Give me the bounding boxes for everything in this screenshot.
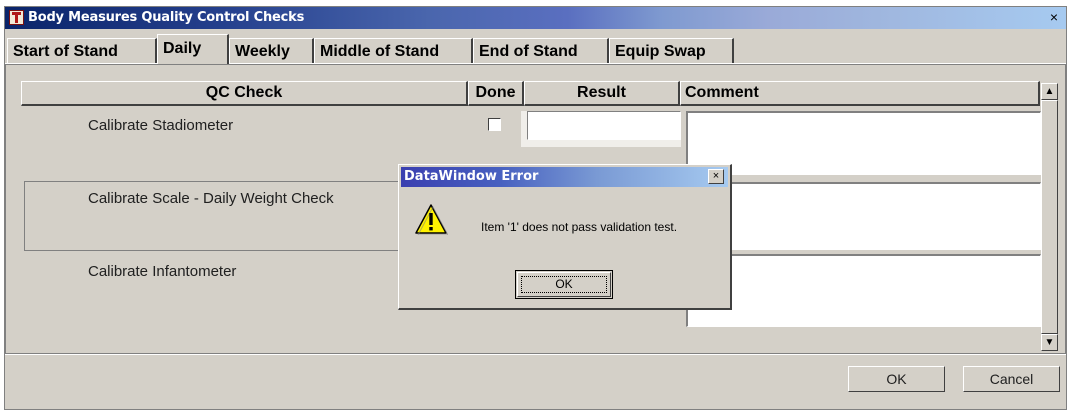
header-comment[interactable]: Comment — [680, 81, 1040, 106]
header-qc-check[interactable]: QC Check — [21, 81, 468, 106]
comment-input[interactable] — [686, 182, 1041, 250]
comment-input[interactable] — [686, 254, 1041, 327]
dialog-close-button[interactable]: × — [708, 169, 724, 184]
datawindow-error-dialog: DataWindow Error × Item '1' does not pas… — [398, 164, 732, 310]
scroll-up-button[interactable]: ▲ — [1041, 83, 1058, 100]
ok-button[interactable]: OK — [848, 366, 945, 392]
cancel-button[interactable]: Cancel — [963, 366, 1060, 392]
done-checkbox[interactable] — [488, 118, 501, 131]
footer-divider — [5, 354, 1066, 355]
dialog-ok-label: OK — [521, 276, 607, 293]
scroll-down-button[interactable]: ▼ — [1041, 334, 1058, 351]
tab-daily[interactable]: Daily — [157, 34, 229, 64]
dialog-ok-button[interactable]: OK — [515, 270, 613, 299]
tab-weekly[interactable]: Weekly — [229, 38, 314, 63]
dialog-message: Item '1' does not pass validation test. — [481, 220, 678, 234]
tab-middle-of-stand[interactable]: Middle of Stand — [314, 38, 473, 63]
qc-check-label: Calibrate Scale - Daily Weight Check — [88, 190, 334, 207]
result-input[interactable] — [527, 111, 681, 140]
tab-strip: Start of Stand Daily Weekly Middle of St… — [5, 34, 1066, 64]
window-title: Body Measures Quality Control Checks — [28, 10, 305, 25]
scroll-thumb[interactable] — [1041, 100, 1058, 334]
warning-icon — [415, 204, 448, 235]
tab-start-of-stand[interactable]: Start of Stand — [7, 38, 157, 63]
vertical-scrollbar[interactable]: ▲ ▼ — [1041, 83, 1058, 351]
qc-check-label: Calibrate Infantometer — [88, 263, 237, 280]
tab-end-of-stand[interactable]: End of Stand — [473, 38, 609, 63]
qc-check-label: Calibrate Stadiometer — [88, 117, 234, 134]
tab-equip-swap[interactable]: Equip Swap — [609, 38, 734, 63]
comment-input[interactable] — [686, 111, 1041, 175]
dialog-titlebar[interactable]: DataWindow Error × — [401, 167, 728, 187]
app-t-icon — [9, 10, 24, 25]
header-result[interactable]: Result — [524, 81, 680, 106]
window-close-button[interactable]: × — [1046, 10, 1062, 25]
dialog-title: DataWindow Error — [404, 169, 539, 184]
header-done[interactable]: Done — [468, 81, 524, 106]
window-titlebar[interactable]: Body Measures Quality Control Checks × — [5, 7, 1066, 29]
